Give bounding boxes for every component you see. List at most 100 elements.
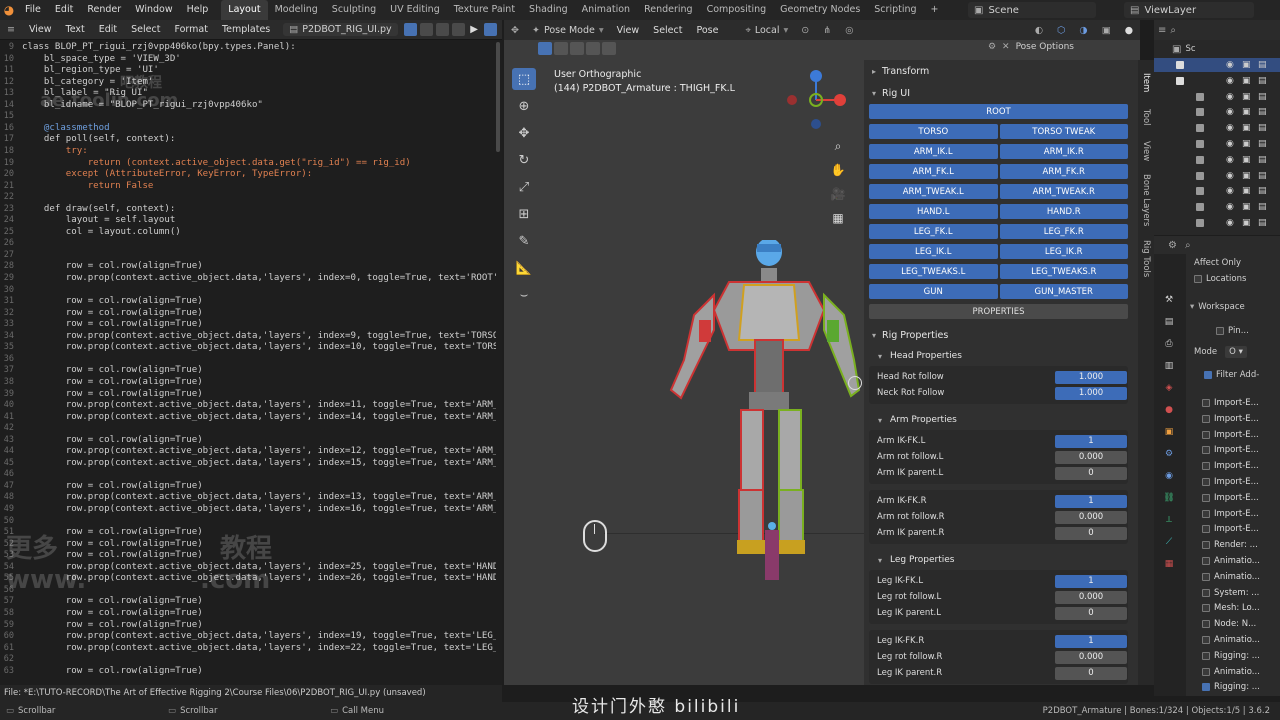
rotate-tool-icon[interactable]: ↻ xyxy=(512,149,536,171)
eye-icon[interactable]: ◉ xyxy=(1226,155,1234,165)
z-axis-icon[interactable] xyxy=(810,70,822,82)
tab-uv-editing[interactable]: UV Editing xyxy=(383,0,447,20)
outliner-row[interactable]: ◉ ▣ ▤ xyxy=(1154,153,1280,167)
object-icon[interactable] xyxy=(1196,92,1204,101)
rig-layer-button[interactable]: ARM_IK.R xyxy=(999,144,1128,159)
visibility-icon[interactable]: ◐ xyxy=(1028,25,1050,36)
tab-sculpting[interactable]: Sculpting xyxy=(325,0,383,20)
add-workspace-button[interactable]: + xyxy=(924,0,946,20)
rig-layer-button[interactable]: LEG_IK.L xyxy=(869,244,998,259)
addon-checkbox[interactable] xyxy=(1202,572,1210,581)
addon-item[interactable]: Animatio... xyxy=(1202,633,1280,647)
copy-icon[interactable] xyxy=(419,23,433,36)
select-extend-icon[interactable] xyxy=(554,42,568,55)
robot-rig[interactable] xyxy=(659,240,869,580)
tab-compositing[interactable]: Compositing xyxy=(700,0,774,20)
neg-z-axis-icon[interactable] xyxy=(811,119,821,129)
tool-settings-icon[interactable]: ⚙ xyxy=(988,42,996,52)
rig-layer-button[interactable]: GUN_MASTER xyxy=(999,284,1128,299)
relax-tool-icon[interactable]: ⌣ xyxy=(512,284,536,306)
addon-checkbox[interactable] xyxy=(1202,667,1210,676)
editor-type-icon[interactable]: ≡ xyxy=(0,24,22,35)
navigation-gizmo[interactable] xyxy=(786,66,852,132)
root-bone[interactable] xyxy=(765,530,779,580)
addon-checkbox[interactable] xyxy=(1202,446,1210,455)
render-icon[interactable]: ▤ xyxy=(1258,202,1267,212)
camera-icon[interactable]: ▣ xyxy=(1242,186,1251,196)
rig-layer-button[interactable]: ARM_TWEAK.L xyxy=(869,184,998,199)
data-tab-icon[interactable]: ⟂ xyxy=(1163,514,1175,526)
zoom-icon[interactable]: ⌕ xyxy=(830,134,846,158)
addon-item[interactable]: Import-E... xyxy=(1202,412,1280,426)
eye-icon[interactable]: ◉ xyxy=(1226,139,1234,149)
addon-item[interactable]: Mesh: Lo... xyxy=(1202,601,1280,615)
head-properties-header[interactable]: ▾ Head Properties xyxy=(864,346,1138,366)
addon-item[interactable]: Animatio... xyxy=(1202,665,1280,679)
pivot-icon[interactable]: ⊙ xyxy=(794,25,816,36)
outliner-row[interactable]: ◉ ▣ ▤ xyxy=(1154,90,1280,104)
outliner-row[interactable]: ◉ ▣ ▤ xyxy=(1154,216,1280,230)
pan-hand-icon[interactable]: ✋ xyxy=(830,158,846,182)
addon-item[interactable]: Import-E... xyxy=(1202,428,1280,442)
editor-menu-edit[interactable]: Edit xyxy=(92,24,124,35)
annotate-tool-icon[interactable]: ✎ xyxy=(512,230,536,252)
scale-tool-icon[interactable]: ⤢ xyxy=(512,176,536,198)
property-value-field[interactable]: 0 xyxy=(1055,526,1127,540)
eye-icon[interactable]: ◉ xyxy=(1226,76,1234,86)
addon-item[interactable]: Rigging: ... xyxy=(1202,680,1280,694)
workspace-panel-header[interactable]: ▾ Workspace xyxy=(1190,302,1245,312)
camera-icon[interactable]: ▣ xyxy=(1242,155,1251,165)
text-datablock-selector[interactable]: ▤ P2DBOT_RIG_UI.py xyxy=(283,23,398,36)
eye-icon[interactable]: ◉ xyxy=(1226,186,1234,196)
viewport-editor-type-icon[interactable]: ✥ xyxy=(504,25,526,36)
camera-icon[interactable]: 🎥 xyxy=(830,182,846,206)
render-icon[interactable]: ▤ xyxy=(1258,107,1267,117)
property-value-field[interactable]: 0 xyxy=(1055,466,1127,480)
proportional-icon[interactable]: ◎ xyxy=(838,25,860,36)
addon-checkbox[interactable] xyxy=(1202,541,1210,550)
tab-geometry-nodes[interactable]: Geometry Nodes xyxy=(773,0,867,20)
addon-checkbox[interactable] xyxy=(1202,683,1210,692)
outliner-row[interactable]: ◉ ▣ ▤ xyxy=(1154,200,1280,214)
rigui-panel-header[interactable]: ▾ Rig UI xyxy=(864,82,1138,104)
rig-layer-button[interactable]: LEG_TWEAKS.L xyxy=(869,264,998,279)
property-value-field[interactable]: 1 xyxy=(1055,434,1127,448)
render-icon[interactable]: ▤ xyxy=(1258,60,1267,70)
outliner-row[interactable]: ◉ ▣ ▤ xyxy=(1154,184,1280,198)
addon-item[interactable]: Import-E... xyxy=(1202,522,1280,536)
addon-item[interactable]: Import-E... xyxy=(1202,396,1280,410)
addon-item[interactable]: Rigging: ... xyxy=(1202,649,1280,663)
scene-selector[interactable]: ▣ Scene xyxy=(968,2,1096,18)
pin-scene-checkbox[interactable]: Pin... xyxy=(1216,324,1276,338)
render-icon[interactable]: ▤ xyxy=(1258,171,1267,181)
select-box-tool-icon[interactable]: ⬚ xyxy=(512,68,536,90)
property-value-field[interactable]: 0 xyxy=(1055,606,1127,620)
filter-addons-checkbox[interactable]: Filter Add- xyxy=(1204,370,1259,380)
camera-icon[interactable]: ▣ xyxy=(1242,123,1251,133)
rig-layer-button[interactable]: LEG_FK.L xyxy=(869,224,998,239)
addon-checkbox[interactable] xyxy=(1202,462,1210,471)
rig-layer-button[interactable]: ARM_IK.L xyxy=(869,144,998,159)
locations-checkbox[interactable]: Locations xyxy=(1194,272,1278,286)
select-intersect-icon[interactable] xyxy=(602,42,616,55)
arm-properties-header[interactable]: ▾ Arm Properties xyxy=(864,410,1138,430)
transform-panel-header[interactable]: ▸ Transform xyxy=(864,60,1138,82)
filter-icon[interactable]: ⌕ xyxy=(1170,25,1176,36)
mode-dropdown[interactable]: O ▾ xyxy=(1225,346,1247,358)
measure-tool-icon[interactable]: 📐 xyxy=(512,257,536,279)
menu-render[interactable]: Render xyxy=(80,0,128,20)
object-icon[interactable] xyxy=(1196,140,1204,148)
addon-checkbox[interactable] xyxy=(1202,399,1210,407)
rig-layer-button[interactable]: GUN xyxy=(869,284,998,299)
addon-item[interactable]: Animatio... xyxy=(1202,570,1280,584)
addon-item[interactable]: Import-E... xyxy=(1202,507,1280,521)
rig-layer-button[interactable]: LEG_FK.R xyxy=(999,224,1128,239)
move-tool-icon[interactable]: ✥ xyxy=(512,122,536,144)
root-layer-button[interactable]: ROOT xyxy=(869,104,1128,119)
editor-menu-view[interactable]: View xyxy=(22,24,59,35)
addon-item[interactable]: Import-E... xyxy=(1202,443,1280,457)
code-area[interactable]: 9 class BLOP_PT_rigui_rzj0vpp406ko(bpy.ty… xyxy=(0,42,496,684)
bone-tab-icon[interactable]: ⟋ xyxy=(1163,536,1175,548)
outliner-row[interactable]: ◉ ▣ ▤ xyxy=(1154,74,1280,88)
leg-properties-header[interactable]: ▾ Leg Properties xyxy=(864,550,1138,570)
